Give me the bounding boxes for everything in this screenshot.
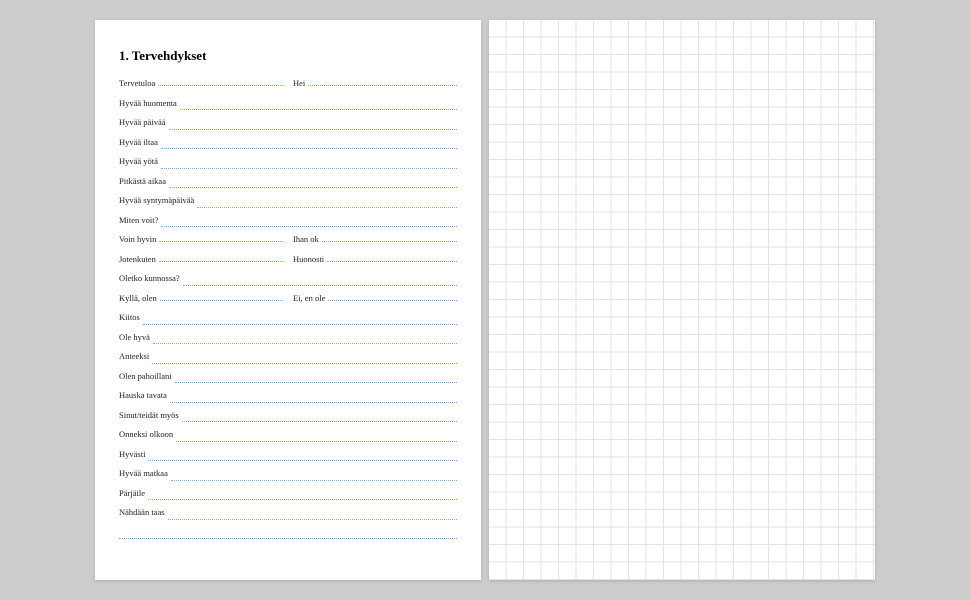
dotted-line bbox=[143, 324, 457, 325]
dotted-line bbox=[170, 402, 457, 403]
vocab-term: Hyvää iltaa bbox=[119, 137, 161, 147]
vocab-term: Hauska tavata bbox=[119, 390, 170, 400]
dotted-line bbox=[161, 148, 457, 149]
vocab-row: Miten voit? bbox=[119, 215, 457, 235]
dotted-line bbox=[161, 226, 457, 227]
vocab-row: Onneksi olkoon bbox=[119, 429, 457, 449]
dotted-line bbox=[180, 109, 457, 110]
vocab-term: Hyvää huomenta bbox=[119, 98, 180, 108]
vocab-term: Miten voit? bbox=[119, 215, 161, 225]
vocab-row: Tervetuloa Hei bbox=[119, 78, 457, 98]
vocab-term: Hyvää yötä bbox=[119, 156, 161, 166]
vocab-row: Pitkästä aikaa bbox=[119, 176, 457, 196]
dotted-line bbox=[161, 168, 457, 169]
dotted-line bbox=[169, 129, 458, 130]
vocab-term: Hyvää päivää bbox=[119, 117, 169, 127]
dotted-line bbox=[175, 382, 457, 383]
vocab-term: Voin hyvin bbox=[119, 234, 159, 244]
vocab-term: Hyvästi bbox=[119, 449, 148, 459]
vocab-row: Hyvää huomenta bbox=[119, 98, 457, 118]
vocab-row: Hauska tavata bbox=[119, 390, 457, 410]
dotted-line bbox=[148, 460, 457, 461]
vocab-row: Olen pahoillani bbox=[119, 371, 457, 391]
vocab-row: Hyvää päivää bbox=[119, 117, 457, 137]
vocab-row: Kiitos bbox=[119, 312, 457, 332]
vocab-term: Hyvää syntymäpäivää bbox=[119, 195, 197, 205]
dotted-line bbox=[169, 187, 457, 188]
vocab-row: Hyvää syntymäpäivää bbox=[119, 195, 457, 215]
vocab-row: Oletko kunnossa? bbox=[119, 273, 457, 293]
dotted-line bbox=[152, 363, 457, 364]
vocab-row: Pärjäile bbox=[119, 488, 457, 508]
vocab-term: Onneksi olkoon bbox=[119, 429, 176, 439]
dotted-line bbox=[158, 85, 283, 86]
vocab-term: Kiitos bbox=[119, 312, 143, 322]
dotted-line bbox=[160, 300, 283, 301]
dotted-line bbox=[322, 241, 457, 242]
dotted-line bbox=[327, 261, 457, 262]
vocab-row: Kyllä, olen Ei, en ole bbox=[119, 293, 457, 313]
vocab-term: Tervetuloa bbox=[119, 78, 158, 88]
vocab-term: Pitkästä aikaa bbox=[119, 176, 169, 186]
vocab-row: Voin hyvin Ihan ok bbox=[119, 234, 457, 254]
dotted-line bbox=[182, 421, 457, 422]
vocab-term: Oletko kunnossa? bbox=[119, 273, 183, 283]
vocab-term: Jotenkuten bbox=[119, 254, 159, 264]
dotted-line bbox=[183, 285, 457, 286]
dotted-line bbox=[197, 207, 457, 208]
dotted-line bbox=[176, 441, 457, 442]
left-page: 1. Tervehdykset Tervetuloa Hei Hyvää huome… bbox=[95, 20, 481, 580]
vocab-term: Anteeksi bbox=[119, 351, 152, 361]
dotted-line bbox=[159, 241, 283, 242]
page-spread: 1. Tervehdykset Tervetuloa Hei Hyvää huome… bbox=[95, 20, 875, 580]
vocab-row: Hyvää yötä bbox=[119, 156, 457, 176]
dotted-line bbox=[153, 343, 457, 344]
vocab-row bbox=[119, 527, 457, 547]
vocab-term: Sinut/teidät myös bbox=[119, 410, 182, 420]
right-page-grid bbox=[489, 20, 875, 580]
vocab-term: Hyvää matkaa bbox=[119, 468, 171, 478]
vocab-rows: Tervetuloa Hei Hyvää huomenta Hyvää päivää H… bbox=[119, 78, 457, 546]
vocab-row: Ole hyvä bbox=[119, 332, 457, 352]
vocab-term: Nähdään taas bbox=[119, 507, 168, 517]
dotted-line bbox=[328, 300, 457, 301]
vocab-row: Jotenkuten Huonosti bbox=[119, 254, 457, 274]
dotted-line bbox=[119, 538, 457, 539]
vocab-term: Kyllä, olen bbox=[119, 293, 160, 303]
vocab-term: Ihan ok bbox=[293, 234, 322, 244]
dotted-line bbox=[168, 519, 457, 520]
dotted-line bbox=[148, 499, 457, 500]
vocab-term: Hei bbox=[293, 78, 308, 88]
dotted-line bbox=[171, 480, 457, 481]
vocab-term: Olen pahoillani bbox=[119, 371, 175, 381]
dotted-line bbox=[159, 261, 283, 262]
vocab-term: Ei, en ole bbox=[293, 293, 328, 303]
vocab-term: Huonosti bbox=[293, 254, 327, 264]
vocab-row: Hyvästi bbox=[119, 449, 457, 469]
vocab-row: Hyvää iltaa bbox=[119, 137, 457, 157]
vocab-term: Ole hyvä bbox=[119, 332, 153, 342]
vocab-row: Sinut/teidät myös bbox=[119, 410, 457, 430]
vocab-row: Nähdään taas bbox=[119, 507, 457, 527]
vocab-term: Pärjäile bbox=[119, 488, 148, 498]
vocab-row: Anteeksi bbox=[119, 351, 457, 371]
dotted-line bbox=[308, 85, 457, 86]
section-heading: 1. Tervehdykset bbox=[119, 48, 457, 64]
vocab-row: Hyvää matkaa bbox=[119, 468, 457, 488]
